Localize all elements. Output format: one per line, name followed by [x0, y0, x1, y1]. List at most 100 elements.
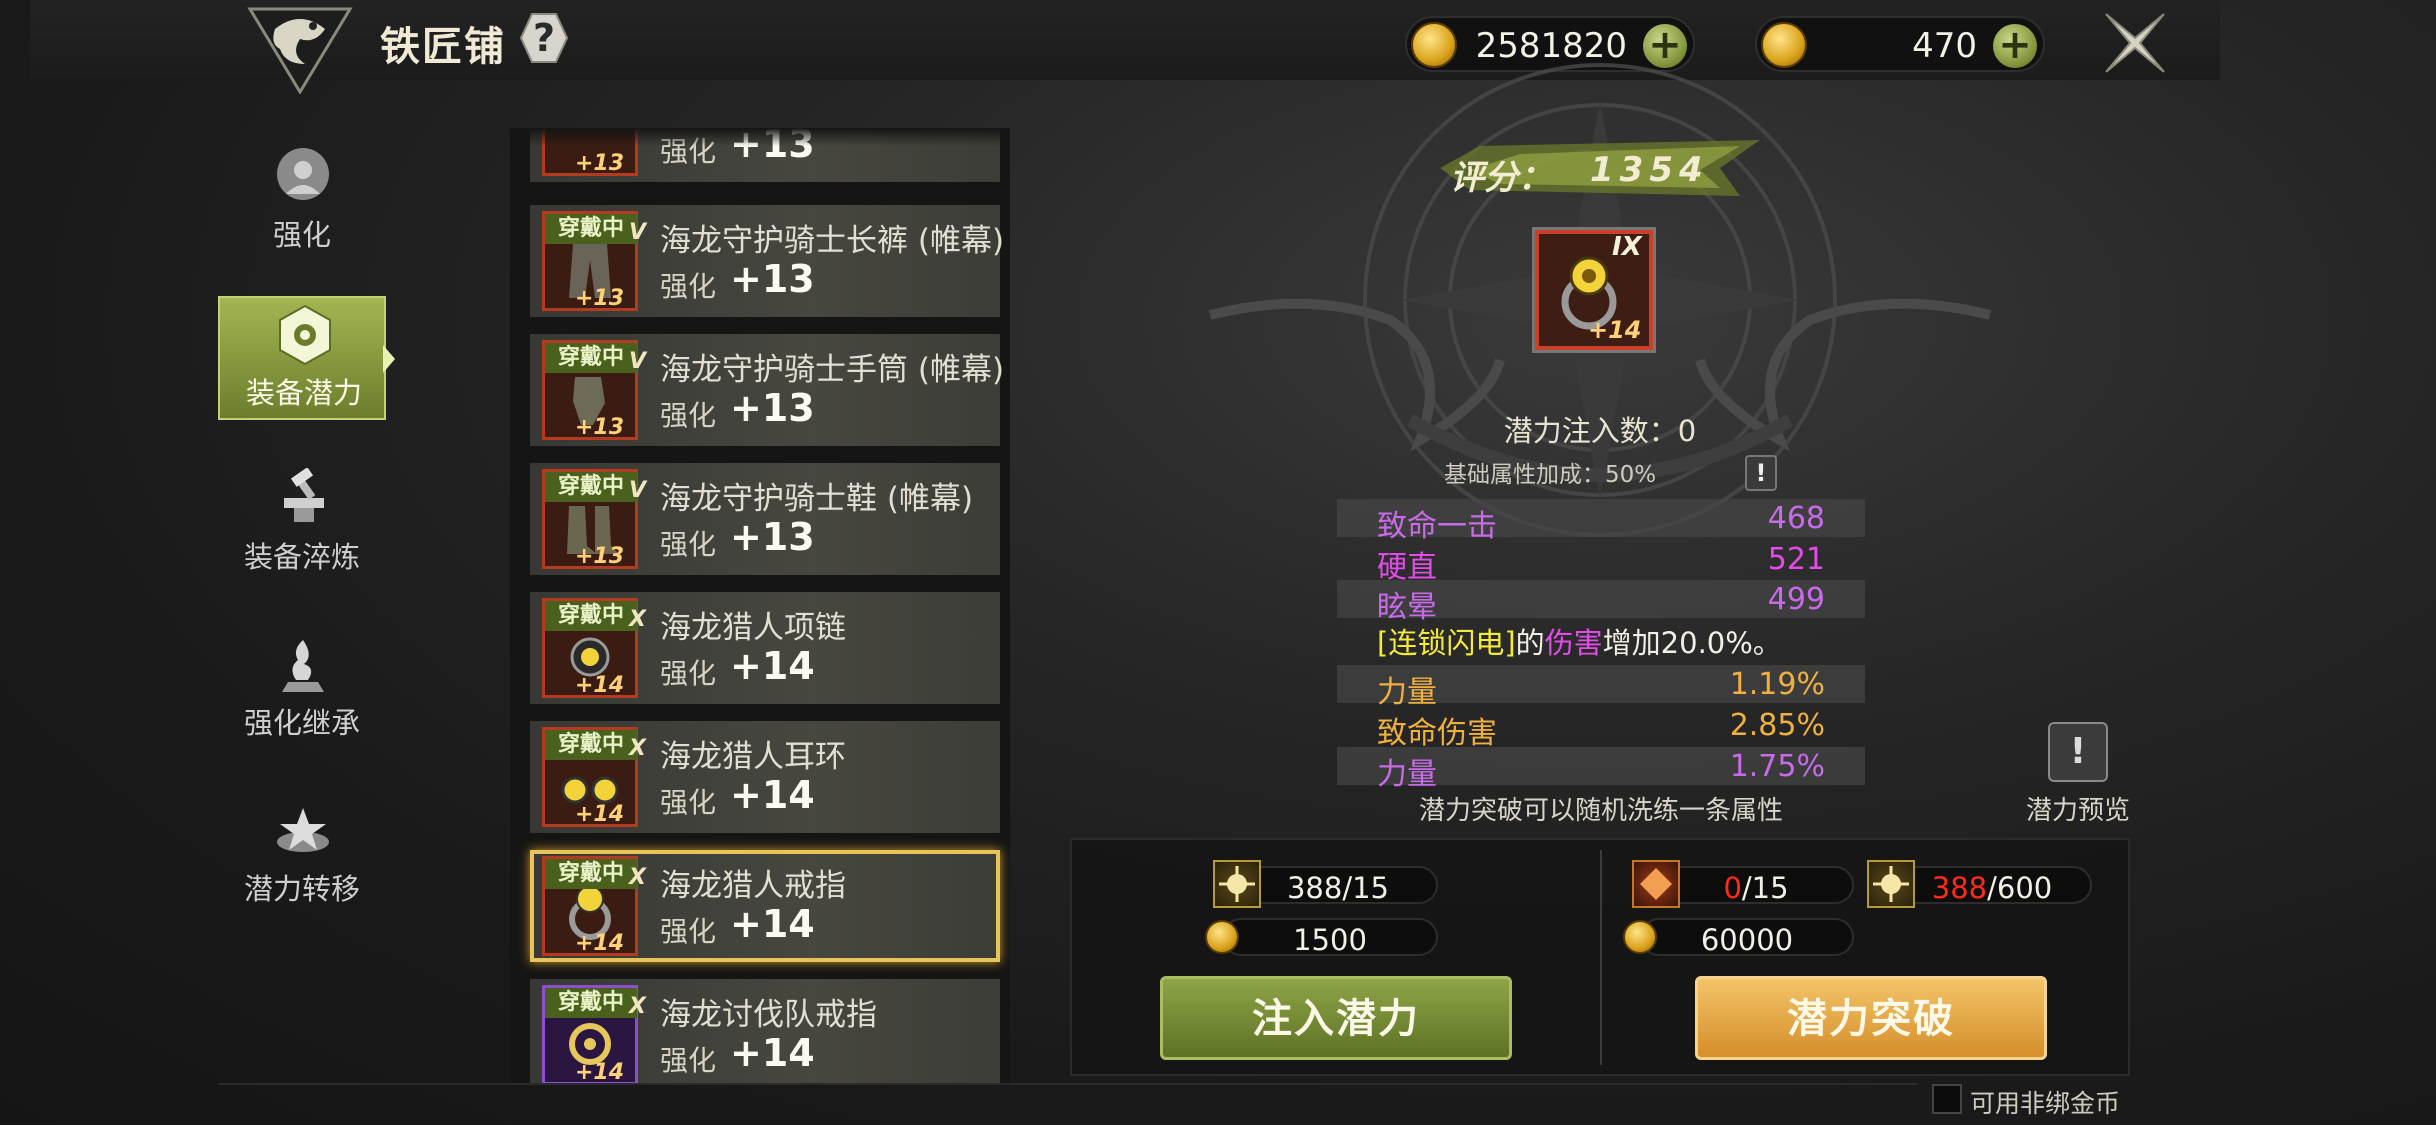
grade-label: V — [629, 478, 647, 503]
help-icon: ? — [532, 16, 556, 60]
equipment-item[interactable]: 穿戴中 X +14 海龙讨伐队戒指 强化 +14 — [530, 979, 1000, 1083]
panel-divider — [1600, 850, 1602, 1065]
preview-label: 潜力预览 — [2025, 796, 2130, 826]
gold-coin-icon — [1623, 920, 1657, 954]
inherit-icon — [282, 640, 324, 692]
grade-label: V — [629, 220, 647, 245]
equipment-thumbnail: 穿戴中 X +14 — [542, 985, 646, 1083]
sidebar-item-label: 潜力转移 — [243, 872, 360, 906]
page-title: 铁匠铺 — [380, 24, 506, 70]
stat-row: 眩晕 499 — [1337, 580, 1865, 625]
enhance-level: +14 — [730, 773, 815, 817]
enhance-level: +14 — [730, 644, 815, 688]
potential-preview-button[interactable]: ! 潜力预览 — [2018, 720, 2138, 826]
enhance-icon — [277, 148, 329, 200]
equipment-name: 海龙猎人戒指 — [660, 868, 846, 904]
grade-label: X — [629, 607, 646, 632]
sidebar-item-transfer[interactable]: 潜力转移 — [218, 794, 386, 918]
breakthrough-material-2: 388/600 — [1892, 866, 2092, 905]
sidebar-item-refine[interactable]: 装备淬炼 — [218, 462, 386, 586]
sidebar-item-enhance[interactable]: 强化 — [218, 140, 386, 264]
enhance-label: 强化 — [660, 399, 717, 432]
sidebar-item-label: 强化继承 — [243, 706, 360, 740]
effect-keyword: 伤害 — [1544, 626, 1603, 660]
potential-stone-icon — [1867, 860, 1915, 908]
equipment-item[interactable]: 穿戴中 X +14 海龙猎人耳环 强化 +14 — [530, 721, 1000, 833]
base-attribute-bonus: 基础属性加成：50% — [1443, 462, 1657, 488]
equipped-badge: 穿戴中 — [545, 730, 637, 760]
sidebar-item-label: 强化 — [272, 218, 331, 252]
equipment-item[interactable]: 穿戴中 V +13 海龙守护骑士鞋 (帷幕) 强化 +13 — [530, 463, 1000, 575]
potential-breakthrough-button[interactable]: 潜力突破 — [1695, 976, 2047, 1060]
enhance-level: +13 — [730, 515, 815, 559]
transfer-icon — [277, 808, 329, 852]
equipment-item[interactable]: 穿戴中 V +13 海龙守护骑士长裤 (帷幕) 强化 +13 — [530, 205, 1004, 317]
score-value: 1354 — [1590, 150, 1709, 190]
skill-name: [连锁闪电] — [1377, 626, 1516, 660]
equipped-badge: 穿戴中 — [545, 988, 637, 1018]
enhance-level: +14 — [1588, 316, 1642, 344]
sidebar-item-label: 装备潜力 — [245, 376, 362, 410]
equipment-thumbnail: 穿戴中 X +14 — [542, 598, 646, 698]
score-label: 评分： — [1450, 158, 1552, 198]
list-top-fade — [510, 128, 1010, 146]
equipment-item[interactable]: 穿戴中 X +14 海龙猎人项链 强化 +14 — [530, 592, 1000, 704]
equipped-badge: 穿戴中 — [545, 472, 637, 502]
inject-gold-cost: 1500 — [1222, 918, 1438, 957]
equipment-name: 海龙猎人项链 — [660, 610, 846, 646]
equipped-badge: 穿戴中 — [545, 859, 637, 889]
potential-stat-row: 力量 1.75% — [1337, 747, 1865, 792]
inject-potential-button[interactable]: 注入潜力 — [1160, 976, 1512, 1060]
sidebar-item-label: 装备淬炼 — [243, 540, 360, 574]
sidebar-item-equipment-potential[interactable]: 装备潜力 — [218, 296, 386, 420]
stat-row: 致命一击 468 — [1337, 499, 1865, 544]
equipment-name: 海龙讨伐队戒指 — [660, 997, 877, 1033]
potential-stone-icon — [1213, 860, 1261, 908]
breakthrough-stone-icon — [1632, 860, 1680, 908]
enhance-level: +13 — [730, 386, 815, 430]
equipment-thumbnail: 穿戴中 V +13 — [542, 469, 646, 569]
equipment-name: 海龙守护骑士鞋 (帷幕) — [660, 481, 974, 517]
equipment-thumbnail: 穿戴中 V +13 — [542, 340, 646, 440]
stat-value: 1.75% — [1729, 749, 1825, 784]
equipment-thumbnail: 穿戴中 X +14 — [542, 727, 646, 827]
equipment-name: 海龙守护骑士手筒 (帷幕) — [660, 352, 1005, 388]
unbound-gold-label: 可用非绑金币 — [1970, 1089, 2121, 1118]
stat-value: 499 — [1767, 582, 1825, 617]
equipment-thumbnail: 穿戴中 V +13 — [542, 211, 646, 311]
enhance-label: 强化 — [660, 786, 717, 819]
breakthrough-gold-cost: 60000 — [1640, 918, 1854, 957]
grade-label: X — [629, 865, 646, 890]
enhance-level: +13 — [730, 257, 815, 301]
enhance-level: +14 — [730, 1031, 815, 1075]
equipment-item-selected[interactable]: 穿戴中 X +14 海龙猎人戒指 强化 +14 — [530, 850, 1000, 962]
enhance-label: 强化 — [660, 1044, 717, 1077]
equipped-badge: 穿戴中 — [545, 601, 637, 631]
help-button[interactable]: ? — [520, 12, 568, 64]
inject-material-count: 388/15 — [1238, 866, 1438, 905]
dragon-emblem-icon — [247, 7, 353, 94]
stat-name: 致命一击 — [1377, 509, 1497, 544]
equipment-thumbnail: 穿戴中 X +14 — [542, 856, 646, 956]
unbound-gold-checkbox[interactable] — [1932, 1084, 1962, 1114]
breakthrough-note: 潜力突破可以随机洗练一条属性 — [1418, 796, 1783, 826]
stat-value: 1.19% — [1729, 667, 1825, 702]
potential-stat-row: 力量 1.19% — [1337, 665, 1865, 710]
skill-effect: [连锁闪电]的伤害增加20.0%。 — [1377, 626, 1782, 660]
grade-label: V — [629, 349, 647, 374]
enhance-label: 强化 — [660, 270, 717, 303]
bottom-divider — [218, 1083, 1918, 1085]
equipment-name: 海龙守护骑士长裤 (帷幕) — [660, 223, 1005, 259]
gold-coin-icon — [1205, 920, 1239, 954]
stat-value: 468 — [1767, 501, 1825, 536]
stat-name: 力量 — [1377, 757, 1437, 792]
stat-name: 力量 — [1377, 675, 1437, 710]
stat-value: 521 — [1767, 542, 1825, 577]
potential-icon — [279, 304, 331, 366]
equipped-badge: 穿戴中 — [545, 343, 637, 373]
equipment-item[interactable]: 穿戴中 V +13 海龙守护骑士手筒 (帷幕) 强化 +13 — [530, 334, 1004, 446]
equipment-list[interactable]: +13 幕) 强化 +13 穿戴中 V +13 海龙守护骑士长裤 (帷幕) 强化… — [510, 128, 1010, 1083]
equipped-badge: 穿戴中 — [545, 214, 637, 244]
info-button[interactable]: ! — [1745, 455, 1777, 491]
sidebar-item-inherit[interactable]: 强化继承 — [218, 628, 386, 752]
